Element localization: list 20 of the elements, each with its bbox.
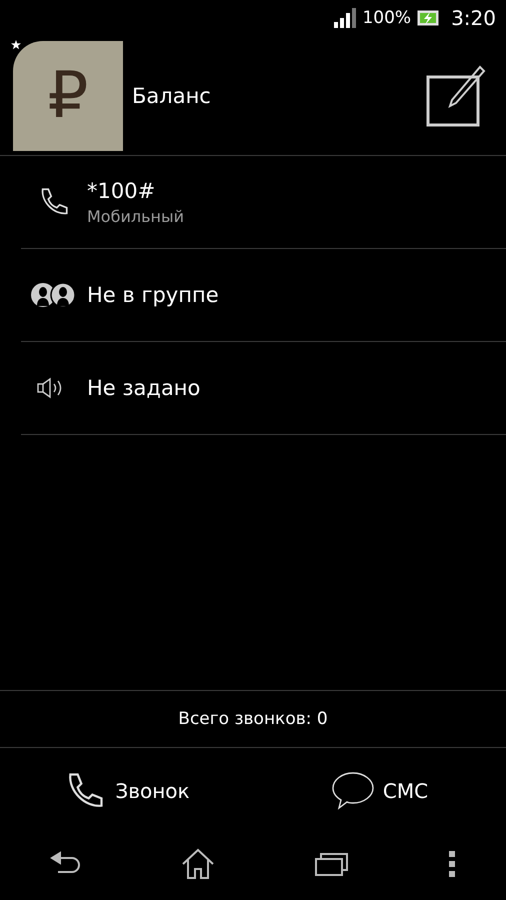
recent-apps-button[interactable] bbox=[314, 852, 349, 876]
overflow-menu-button[interactable] bbox=[448, 851, 456, 877]
detail-text: *100# bbox=[87, 178, 156, 202]
detail-row[interactable]: Не задано bbox=[21, 342, 506, 435]
clock: 3:20 bbox=[451, 6, 496, 30]
contact-avatar: ₽ bbox=[13, 40, 123, 150]
contact-name: Баланс bbox=[132, 84, 212, 108]
battery-percent: 100% bbox=[362, 8, 412, 28]
home-button[interactable] bbox=[181, 848, 216, 880]
detail-text: Не в группе bbox=[87, 283, 219, 307]
detail-row[interactable]: Не в группе bbox=[21, 249, 506, 342]
detail-text: Не задано bbox=[87, 376, 200, 400]
call-button[interactable]: Звонок bbox=[0, 748, 253, 834]
chat-bubble-icon bbox=[330, 771, 375, 811]
call-count: Всего звонков: 0 bbox=[178, 709, 328, 729]
battery-charging-icon bbox=[417, 10, 440, 26]
sms-button[interactable]: СМС bbox=[253, 748, 506, 834]
detail-row[interactable]: *100# Мобильный bbox=[21, 156, 506, 249]
signal-icon bbox=[334, 8, 356, 28]
detail-label: Мобильный bbox=[87, 206, 184, 226]
